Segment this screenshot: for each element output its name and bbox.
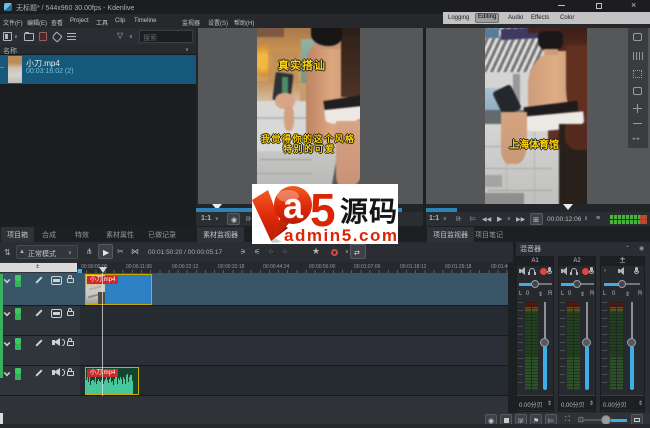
svg-text:admin5.com: admin5.com <box>284 226 397 244</box>
svg-text:a: a <box>283 185 304 226</box>
svg-text:源码: 源码 <box>340 196 397 227</box>
